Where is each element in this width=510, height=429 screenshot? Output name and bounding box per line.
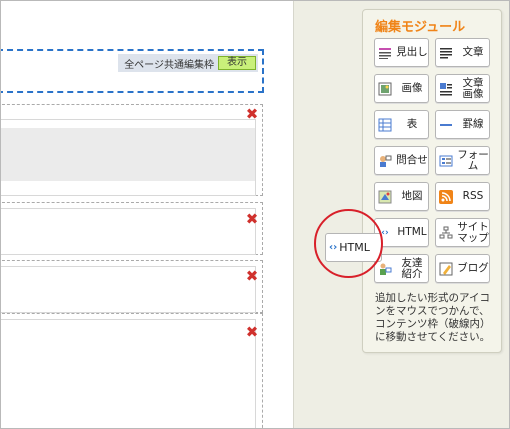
content-frame bbox=[0, 208, 256, 255]
friend-referral-module-label: 友達 紹介 bbox=[401, 256, 423, 280]
text-image-module-label: 文章 画像 bbox=[462, 76, 484, 100]
map-module-button[interactable]: 地図 bbox=[374, 182, 429, 211]
html-module-label: HTML bbox=[397, 226, 427, 238]
content-block[interactable]: ✖ bbox=[0, 313, 263, 429]
contact-module-label: 問合せ bbox=[396, 154, 428, 166]
rss-module-button[interactable]: RSS bbox=[435, 182, 490, 211]
close-icon[interactable]: ✖ bbox=[245, 269, 259, 284]
content-frame bbox=[0, 319, 256, 429]
blog-icon bbox=[439, 262, 453, 276]
module-panel-help: 追加したい形式のアイコンをマウスでつかんで、コンテンツ枠（破線内）に移動させてく… bbox=[375, 292, 491, 343]
module-panel: 編集モジュール 見出し 文章 画像 文章 画像 表 罫線 問合せ フォーム 地図… bbox=[362, 9, 502, 353]
rule-line-module-button[interactable]: 罫線 bbox=[435, 110, 490, 139]
content-frame bbox=[0, 119, 256, 196]
form-module-button[interactable]: フォーム bbox=[435, 146, 490, 175]
close-icon[interactable]: ✖ bbox=[245, 107, 259, 122]
page-canvas: 全ページ共通編集枠 表示 ✖ ✖ ✖ ✖ bbox=[0, 0, 293, 429]
content-placeholder bbox=[0, 128, 255, 181]
text-icon bbox=[439, 46, 453, 60]
text-module-button[interactable]: 文章 bbox=[435, 38, 490, 67]
table-module-label: 表 bbox=[406, 118, 418, 130]
text-image-icon bbox=[439, 82, 453, 96]
common-edit-label: 全ページ共通編集枠 bbox=[124, 59, 214, 71]
blog-module-button[interactable]: ブログ bbox=[435, 254, 490, 283]
table-module-button[interactable]: 表 bbox=[374, 110, 429, 139]
rss-module-label: RSS bbox=[462, 190, 484, 202]
map-module-label: 地図 bbox=[401, 190, 423, 202]
blog-module-label: ブログ bbox=[457, 262, 489, 274]
highlight-circle bbox=[314, 209, 383, 278]
close-icon[interactable]: ✖ bbox=[245, 325, 259, 340]
table-icon bbox=[378, 118, 392, 132]
friend-referral-module-button[interactable]: 友達 紹介 bbox=[374, 254, 429, 283]
rule-line-icon bbox=[439, 118, 453, 132]
common-edit-bar: 全ページ共通編集枠 表示 bbox=[118, 54, 258, 72]
content-block[interactable]: ✖ bbox=[0, 202, 263, 255]
contact-module-button[interactable]: 問合せ bbox=[374, 146, 429, 175]
heading-module-label: 見出し bbox=[396, 46, 428, 58]
form-icon bbox=[439, 154, 453, 168]
sitemap-module-label: サイト マップ bbox=[457, 220, 489, 244]
content-block[interactable]: ✖ bbox=[0, 104, 263, 196]
common-edit-frame[interactable]: 全ページ共通編集枠 表示 bbox=[0, 49, 264, 93]
rule-line-module-label: 罫線 bbox=[462, 118, 484, 130]
show-button[interactable]: 表示 bbox=[218, 56, 256, 70]
image-module-button[interactable]: 画像 bbox=[374, 74, 429, 103]
rss-icon bbox=[439, 189, 453, 204]
map-icon bbox=[378, 190, 392, 204]
close-icon[interactable]: ✖ bbox=[245, 212, 259, 227]
text-image-module-button[interactable]: 文章 画像 bbox=[435, 74, 490, 103]
contact-icon bbox=[378, 154, 392, 168]
content-frame bbox=[0, 266, 256, 313]
content-block[interactable]: ✖ bbox=[0, 260, 263, 313]
friend-referral-icon bbox=[378, 262, 392, 276]
heading-icon bbox=[378, 46, 392, 60]
image-module-label: 画像 bbox=[401, 82, 423, 94]
form-module-label: フォーム bbox=[457, 148, 489, 172]
module-panel-title: 編集モジュール bbox=[375, 20, 466, 35]
heading-module-button[interactable]: 見出し bbox=[374, 38, 429, 67]
sitemap-module-button[interactable]: サイト マップ bbox=[435, 218, 490, 247]
sitemap-icon bbox=[439, 226, 453, 240]
text-module-label: 文章 bbox=[462, 46, 484, 58]
image-icon bbox=[378, 82, 392, 96]
